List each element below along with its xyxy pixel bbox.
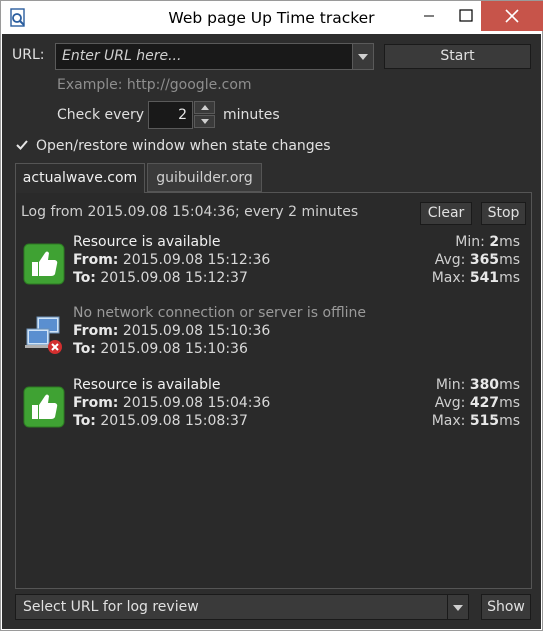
entry-details: Resource is available From: 2015.09.08 1… [73, 233, 270, 287]
max-unit: ms [499, 270, 520, 286]
from-label: From: [73, 323, 119, 339]
avg-value: 365 [469, 252, 500, 268]
avg-label: Avg: [434, 395, 466, 411]
to-value: 2015.09.08 15:10:36 [100, 341, 248, 357]
url-input[interactable]: Enter URL here... [62, 48, 181, 64]
min-label: Min: [435, 377, 466, 393]
log-url-select-text[interactable]: Select URL for log review [23, 599, 199, 615]
tab-guibuilder[interactable]: guibuilder.org [147, 163, 262, 192]
network-offline-icon [25, 316, 62, 354]
from-value: 2015.09.08 15:12:36 [122, 252, 271, 268]
max-value: 515 [469, 413, 500, 429]
app-window: Web page Up Time tracker URL: Enter URL … [0, 0, 543, 631]
interval-unit: minutes [223, 107, 280, 123]
min-unit: ms [499, 377, 520, 393]
min-value: 2 [489, 234, 500, 250]
log-entry: Resource is available From: 2015.09.08 1… [16, 376, 531, 444]
entry-stats: Min: 2ms Avg: 365ms Max: 541ms [432, 233, 520, 287]
max-label: Max: [431, 413, 466, 429]
client-area: URL: Enter URL here... Start Example: ht… [2, 34, 541, 629]
chevron-down-icon[interactable] [447, 595, 468, 619]
entry-details: No network connection or server is offli… [73, 304, 366, 358]
url-example-hint: Example: http://google.com [57, 77, 252, 93]
close-button[interactable] [481, 1, 543, 31]
max-value: 541 [469, 270, 500, 286]
from-label: From: [73, 252, 119, 268]
avg-unit: ms [499, 252, 520, 268]
avg-label: Avg: [434, 252, 466, 268]
checkmark-icon[interactable] [15, 138, 29, 152]
url-combobox[interactable]: Enter URL here... [55, 43, 374, 70]
from-value: 2015.09.08 15:04:36 [122, 395, 271, 411]
entry-status: No network connection or server is offli… [73, 305, 367, 321]
entry-details: Resource is available From: 2015.09.08 1… [73, 376, 270, 430]
from-label: From: [73, 395, 119, 411]
title-bar: Web page Up Time tracker [1, 1, 543, 34]
chevron-up-icon[interactable] [194, 101, 215, 114]
interval-value[interactable]: 2 [178, 107, 187, 123]
chevron-down-icon[interactable] [194, 115, 215, 128]
avg-value: 427 [469, 395, 500, 411]
minimize-button[interactable] [406, 1, 452, 31]
maximize-icon [459, 9, 473, 22]
open-restore-option-label[interactable]: Open/restore window when state changes [36, 138, 331, 154]
thumbs-up-icon [23, 243, 65, 285]
chevron-down-icon[interactable] [352, 44, 373, 69]
url-label: URL: [12, 47, 45, 63]
to-label: To: [73, 270, 96, 286]
stop-button[interactable]: Stop [481, 202, 526, 225]
min-unit: ms [499, 234, 520, 250]
start-button[interactable]: Start [384, 44, 531, 69]
log-entry: Resource is available From: 2015.09.08 1… [16, 233, 531, 301]
min-value: 380 [469, 377, 500, 393]
to-label: To: [73, 341, 96, 357]
to-value: 2015.09.08 15:08:37 [100, 413, 248, 429]
log-url-select[interactable]: Select URL for log review [15, 594, 469, 620]
interval-label: Check every [57, 107, 145, 123]
log-panel: Log from 2015.09.08 15:04:36; every 2 mi… [15, 192, 532, 589]
close-icon [505, 9, 519, 23]
show-button[interactable]: Show [481, 594, 531, 620]
entry-stats: Min: 380ms Avg: 427ms Max: 515ms [432, 376, 520, 430]
tab-actualwave[interactable]: actualwave.com [15, 163, 145, 193]
from-value: 2015.09.08 15:10:36 [122, 323, 271, 339]
minimize-icon [424, 15, 434, 17]
entry-status: Resource is available [73, 234, 221, 250]
thumbs-up-icon [23, 386, 65, 428]
max-unit: ms [499, 413, 520, 429]
max-label: Max: [431, 270, 466, 286]
avg-unit: ms [499, 395, 520, 411]
log-header: Log from 2015.09.08 15:04:36; every 2 mi… [21, 204, 359, 220]
to-value: 2015.09.08 15:12:37 [100, 270, 248, 286]
entry-status: Resource is available [73, 377, 221, 393]
to-label: To: [73, 413, 96, 429]
interval-spinner-field[interactable]: 2 [148, 101, 193, 129]
clear-button[interactable]: Clear [420, 202, 472, 225]
interval-stepper[interactable] [194, 101, 215, 129]
min-label: Min: [455, 234, 485, 250]
log-entry: No network connection or server is offli… [16, 304, 531, 372]
